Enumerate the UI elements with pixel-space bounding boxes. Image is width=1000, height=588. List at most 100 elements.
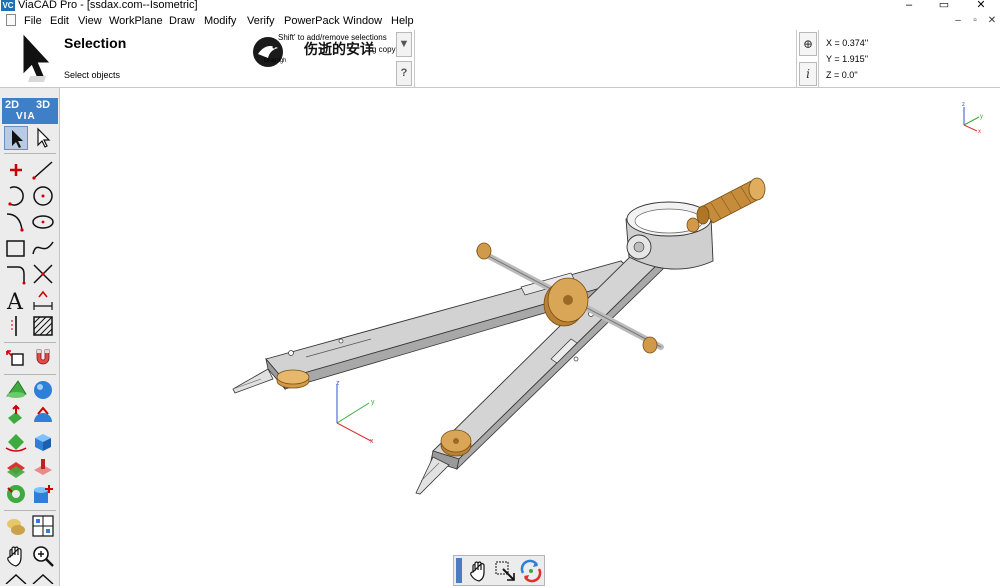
spline-icon[interactable] — [31, 236, 55, 260]
cone-icon[interactable] — [4, 378, 28, 402]
coord-x: X = 0.374'' — [826, 38, 869, 48]
minimize-button[interactable]: – — [899, 0, 919, 12]
mode-2d-3d-tab[interactable]: 2D 3D VIA — [2, 98, 58, 124]
house-view-icon[interactable] — [4, 572, 28, 584]
mdi-close-button[interactable]: ✕ — [985, 14, 999, 28]
mode-3d-label[interactable]: 3D — [36, 99, 50, 111]
coord-y: Y = 1.915'' — [826, 54, 869, 64]
knurled-handle[interactable] — [686, 177, 766, 233]
select-hollow-arrow-icon[interactable] — [31, 126, 55, 150]
coords-inner-divider — [818, 30, 819, 88]
coords-divider — [796, 30, 797, 88]
menu-file[interactable]: File — [24, 14, 42, 28]
menu-draw[interactable]: Draw — [169, 14, 195, 28]
lower-thumb-wheel[interactable] — [440, 429, 472, 457]
left-thumb-wheel[interactable] — [276, 369, 310, 389]
snap-target-button[interactable]: ⊕ — [799, 32, 817, 56]
menu-modify[interactable]: Modify — [204, 14, 236, 28]
close-button[interactable]: ✕ — [971, 0, 991, 12]
dimension-icon[interactable] — [31, 288, 55, 312]
palette-separator — [4, 153, 56, 154]
hint-copy: g copy — [372, 45, 396, 54]
house-view-icon[interactable] — [31, 572, 55, 584]
extrude-icon[interactable] — [4, 404, 28, 428]
info-button[interactable]: i — [799, 62, 817, 86]
menu-window[interactable]: Window — [343, 14, 382, 28]
svg-text:z: z — [336, 380, 340, 387]
mdi-minimize-button[interactable]: – — [951, 14, 965, 28]
coord-z: Z = 0.0'' — [826, 70, 858, 80]
drafting-compass-model[interactable]: y x z z y x — [61, 89, 1000, 586]
zoom-window-icon[interactable] — [493, 559, 517, 583]
left-needle-point — [232, 368, 274, 394]
box-icon[interactable] — [31, 430, 55, 454]
menu-powerpack[interactable]: PowerPack — [284, 14, 340, 28]
construction-line-icon[interactable] — [4, 314, 28, 338]
mode-2d-label[interactable]: 2D — [5, 99, 19, 111]
point-icon[interactable] — [4, 158, 28, 182]
menu-help[interactable]: Help — [391, 14, 414, 28]
sphere-icon[interactable] — [31, 378, 55, 402]
pan-hand-icon[interactable] — [467, 559, 491, 583]
line-icon[interactable] — [31, 158, 55, 182]
selection-prompt-panel: Selection Select objects 伤逝的安详 Shift' to… — [0, 30, 1000, 88]
view-layout-icon[interactable] — [31, 514, 55, 538]
hint-drag: Drag righ — [264, 58, 286, 64]
menu-edit[interactable]: Edit — [50, 14, 69, 28]
hint-shift: Shift' to add/remove selections — [278, 33, 387, 42]
help-button[interactable]: ? — [396, 61, 412, 86]
trim-icon[interactable] — [31, 262, 55, 286]
fillet-curve-icon[interactable] — [4, 210, 28, 234]
revolve-icon[interactable] — [4, 430, 28, 454]
ribbon-divider — [414, 30, 415, 88]
rotate-view-icon[interactable] — [519, 559, 543, 583]
title-bar: VC ViaCAD Pro - [ssdax.com--Isometric] –… — [0, 0, 1000, 12]
svg-text:x: x — [978, 129, 981, 135]
window-title: ViaCAD Pro - [ssdax.com--Isometric] — [18, 0, 198, 11]
document-icon[interactable] — [6, 14, 16, 26]
3d-viewport[interactable]: y x z z y x — [61, 89, 1000, 586]
menu-workplane[interactable]: WorkPlane — [109, 14, 163, 28]
zoom-icon[interactable] — [31, 544, 55, 568]
svg-text:A: A — [6, 290, 24, 312]
tool-palette: 2D 3D VIA A — [0, 88, 60, 586]
svg-text:x: x — [370, 438, 374, 445]
toolbar-grip[interactable] — [456, 558, 462, 583]
hatch-icon[interactable] — [31, 314, 55, 338]
right-needle-point — [415, 456, 450, 495]
solid-edit-icon[interactable] — [31, 482, 55, 506]
rectangle-icon[interactable] — [4, 236, 28, 260]
svg-text:y: y — [980, 114, 983, 120]
svg-text:z: z — [962, 102, 965, 108]
select-arrow-icon[interactable] — [4, 126, 28, 150]
material-icon[interactable] — [4, 514, 28, 538]
pan-hand-icon[interactable] — [4, 544, 28, 568]
palette-separator — [4, 342, 56, 343]
torus-icon[interactable] — [4, 482, 28, 506]
mode-via-label: VIA — [16, 111, 36, 122]
palette-separator — [4, 374, 56, 375]
magnet-icon[interactable] — [31, 346, 55, 370]
palette-separator — [4, 510, 56, 511]
app-logo-icon: VC — [1, 0, 15, 11]
shell-icon[interactable] — [31, 456, 55, 480]
menu-verify[interactable]: Verify — [247, 14, 275, 28]
view-orientation-triad: z y x — [962, 102, 983, 135]
boolean-icon[interactable] — [4, 456, 28, 480]
circle-icon[interactable] — [31, 184, 55, 208]
dome-icon[interactable] — [31, 404, 55, 428]
mdi-restore-button[interactable]: ▫ — [968, 14, 982, 28]
selection-arrow-icon — [10, 32, 54, 84]
transform-icon[interactable] — [4, 346, 28, 370]
restore-button[interactable]: ▭ — [934, 0, 954, 12]
page-title: Selection — [64, 35, 127, 51]
arc-icon[interactable] — [4, 184, 28, 208]
ellipse-icon[interactable] — [31, 210, 55, 234]
watermark-text: 伤逝的安详 — [304, 41, 374, 57]
dropdown-arrow-button[interactable]: ▼ — [396, 32, 412, 57]
view-toolbar — [453, 555, 545, 586]
menu-view[interactable]: View — [78, 14, 102, 28]
text-icon[interactable]: A — [4, 288, 28, 312]
menu-bar: File Edit View WorkPlane Draw Modify Ver… — [0, 12, 1000, 30]
corner-icon[interactable] — [4, 262, 28, 286]
